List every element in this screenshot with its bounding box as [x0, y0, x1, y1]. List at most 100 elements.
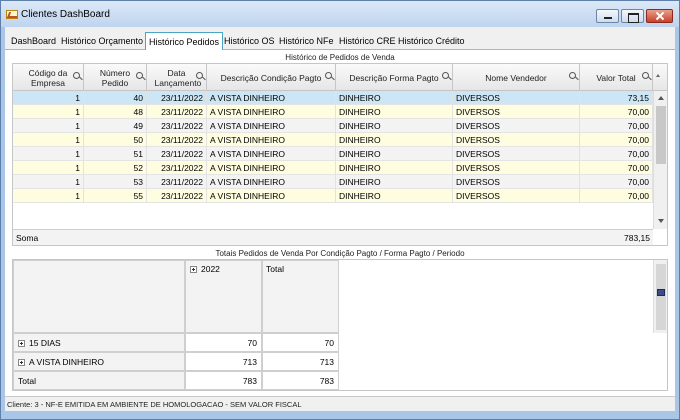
cell-condicao: A VISTA DINHEIRO [207, 147, 336, 161]
cell-forma: DINHEIRO [336, 133, 453, 147]
column-chooser-icon[interactable] [656, 74, 660, 77]
pivot-row-header: Total [13, 371, 185, 390]
cell-forma: DINHEIRO [336, 119, 453, 133]
cell-forma: DINHEIRO [336, 189, 453, 203]
cell-empresa: 1 [13, 147, 84, 161]
tab-historico-pedidos[interactable]: Histórico Pedidos [145, 32, 224, 52]
pivot-cell-value: 783 [319, 376, 334, 386]
minimize-button[interactable] [596, 9, 619, 23]
pivot-col-header-year[interactable]: 2022 [185, 260, 262, 333]
pivot-cell-value: 70 [247, 338, 257, 348]
table-row[interactable]: 1 50 23/11/2022 A VISTA DINHEIRO DINHEIRO DIV… [13, 133, 653, 147]
orders-grid[interactable]: Código da Empresa Número Pedido Data Lan… [12, 63, 668, 246]
cell-vendedor: DIVERSOS [453, 189, 580, 203]
col-header-condicao[interactable]: Descrição Condição Pagto [207, 64, 336, 91]
orders-scrollbar[interactable] [653, 91, 667, 229]
cell-empresa: 1 [13, 189, 84, 203]
table-row[interactable]: 1 53 23/11/2022 A VISTA DINHEIRO DINHEIRO DIV… [13, 175, 653, 189]
col-header-data[interactable]: Data Lançamento [147, 64, 207, 91]
pivot-cell-year-value: 713 [185, 352, 262, 371]
cell-valor: 70,00 [580, 175, 653, 189]
col-header-label: Descrição Condição Pagto [220, 72, 322, 83]
close-button[interactable] [646, 9, 673, 23]
cell-pedido: 40 [84, 91, 147, 105]
search-icon[interactable] [642, 72, 649, 79]
col-header-vendedor[interactable]: Nome Vendedor [453, 64, 580, 91]
pivot-row-header: 15 DIAS [13, 333, 185, 352]
cell-valor: 70,00 [580, 119, 653, 133]
col-header-label: Valor Total [596, 72, 636, 83]
cell-pedido: 48 [84, 105, 147, 119]
pivot-row[interactable]: 15 DIAS 70 70 [13, 333, 339, 352]
export-icon[interactable] [657, 289, 665, 296]
table-row[interactable]: 1 49 23/11/2022 A VISTA DINHEIRO DINHEIRO DIV… [13, 119, 653, 133]
app-icon [6, 10, 18, 19]
pivot-cell-value: 713 [319, 357, 334, 367]
pivot-total-row[interactable]: Total 783 783 [13, 371, 339, 390]
search-icon[interactable] [196, 72, 203, 79]
cell-data: 23/11/2022 [147, 147, 207, 161]
col-header-valor[interactable]: Valor Total [580, 64, 653, 91]
cell-empresa: 1 [13, 161, 84, 175]
cell-valor: 73,15 [580, 91, 653, 105]
search-icon[interactable] [136, 72, 143, 79]
scroll-thumb[interactable] [656, 106, 666, 164]
cell-vendedor: DIVERSOS [453, 147, 580, 161]
cell-pedido: 52 [84, 161, 147, 175]
table-row[interactable]: 1 52 23/11/2022 A VISTA DINHEIRO DINHEIRO DIV… [13, 161, 653, 175]
cell-data: 23/11/2022 [147, 133, 207, 147]
expand-icon[interactable] [190, 266, 197, 273]
pivot-row-header: A VISTA DINHEIRO [13, 352, 185, 371]
cell-condicao: A VISTA DINHEIRO [207, 133, 336, 147]
scroll-up-icon[interactable] [658, 96, 664, 100]
table-row[interactable]: 1 48 23/11/2022 A VISTA DINHEIRO DINHEIRO DIV… [13, 105, 653, 119]
client-area: DashBoard Histórico Orçamento Histórico … [5, 27, 675, 411]
cell-condicao: A VISTA DINHEIRO [207, 119, 336, 133]
pivot-year-label: 2022 [201, 264, 220, 274]
search-icon[interactable] [569, 72, 576, 79]
search-icon[interactable] [73, 72, 80, 79]
scroll-down-icon[interactable] [658, 219, 664, 223]
orders-grid-header: Código da Empresa Número Pedido Data Lan… [13, 64, 667, 91]
cell-data: 23/11/2022 [147, 161, 207, 175]
search-icon[interactable] [325, 72, 332, 79]
table-row[interactable]: 1 51 23/11/2022 A VISTA DINHEIRO DINHEIRO DIV… [13, 147, 653, 161]
cell-condicao: A VISTA DINHEIRO [207, 189, 336, 203]
cell-vendedor: DIVERSOS [453, 119, 580, 133]
pivot-section-title: Totais Pedidos de Venda Por Condição Pag… [215, 249, 465, 258]
col-header-pedido[interactable]: Número Pedido [84, 64, 147, 91]
col-header-forma[interactable]: Descrição Forma Pagto [336, 64, 453, 91]
summary-label: Soma [16, 233, 39, 243]
col-header-label: Código da Empresa [28, 67, 68, 88]
cell-vendedor: DIVERSOS [453, 161, 580, 175]
cell-vendedor: DIVERSOS [453, 105, 580, 119]
col-header-label: Nome Vendedor [485, 72, 547, 83]
pivot-cell-total: 713 [262, 352, 339, 371]
cell-valor: 70,00 [580, 105, 653, 119]
pivot-cell-value: 783 [242, 376, 257, 386]
col-header-empresa[interactable]: Código da Empresa [13, 64, 84, 91]
search-icon[interactable] [442, 72, 449, 79]
pivot-cell-value: 713 [242, 357, 257, 367]
cell-vendedor: DIVERSOS [453, 175, 580, 189]
expand-icon[interactable] [18, 340, 25, 347]
cell-valor: 70,00 [580, 189, 653, 203]
col-header-label: Data Lançamento [154, 67, 202, 88]
expand-icon[interactable] [18, 359, 25, 366]
pivot-grid[interactable]: 2022 Total 15 DIAS 70 70 A VISTA DINHEIRO 71… [12, 259, 668, 391]
cell-forma: DINHEIRO [336, 91, 453, 105]
table-row[interactable]: 1 40 23/11/2022 A VISTA DINHEIRO DINHEIRO DIV… [13, 91, 653, 105]
window-title: Clientes DashBoard [21, 9, 110, 20]
title-bar[interactable]: Clientes DashBoard [1, 1, 679, 27]
scroll-thumb[interactable] [656, 264, 666, 330]
status-text: Cliente: 3 - NF-E EMITIDA EM AMBIENTE DE… [7, 400, 302, 409]
pivot-scrollbar[interactable] [653, 260, 667, 333]
maximize-button[interactable] [621, 9, 644, 23]
pivot-row-label: A VISTA DINHEIRO [29, 357, 104, 367]
orders-section-title: Histórico de Pedidos de Venda [285, 53, 395, 62]
pivot-row[interactable]: A VISTA DINHEIRO 713 713 [13, 352, 339, 371]
tab-strip: DashBoard Histórico Orçamento Histórico … [5, 31, 675, 52]
status-bar: Cliente: 3 - NF-E EMITIDA EM AMBIENTE DE… [5, 396, 675, 411]
table-row[interactable]: 1 55 23/11/2022 A VISTA DINHEIRO DINHEIRO DIV… [13, 189, 653, 203]
cell-empresa: 1 [13, 105, 84, 119]
